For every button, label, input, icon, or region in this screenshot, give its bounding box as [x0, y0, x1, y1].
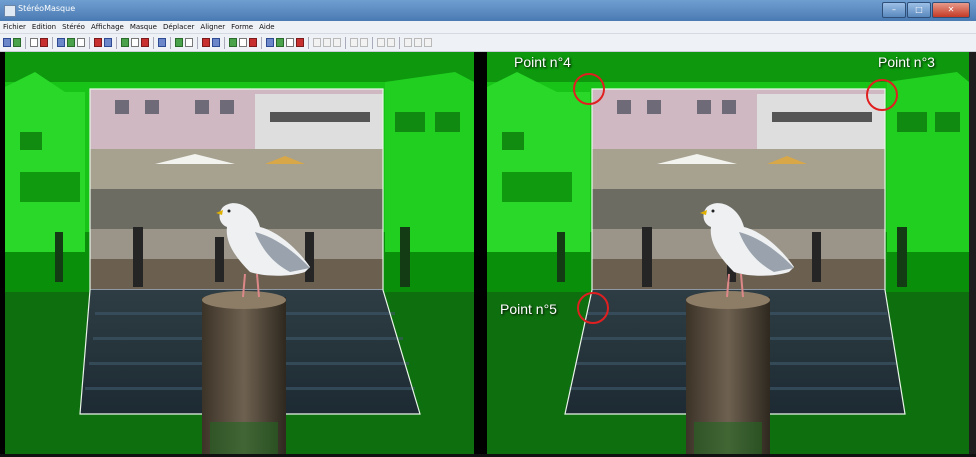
toolbar-separator	[89, 36, 90, 49]
shape13-icon[interactable]	[414, 38, 422, 47]
shape6-icon[interactable]	[323, 38, 331, 47]
menu-aide[interactable]: Aide	[259, 23, 274, 31]
stereomasque-window: StéréoMasque – □ ✕ Fichier Edition Stéré…	[0, 0, 976, 457]
shape11-icon[interactable]	[387, 38, 395, 47]
menu-aligner[interactable]: Aligner	[200, 23, 225, 31]
undo-icon[interactable]	[67, 38, 75, 47]
toolbar-separator	[345, 36, 346, 49]
title-bar: StéréoMasque – □ ✕	[0, 0, 976, 21]
menu-affichage[interactable]: Affichage	[91, 23, 124, 31]
save-icon[interactable]	[13, 38, 21, 47]
stereo-divider	[474, 52, 487, 454]
toolbar-separator	[25, 36, 26, 49]
point-3-label: Point n°3	[878, 54, 935, 70]
left-view[interactable]	[5, 52, 474, 454]
reset-icon[interactable]	[158, 38, 166, 47]
shape12-icon[interactable]	[404, 38, 412, 47]
shape14-icon[interactable]	[424, 38, 432, 47]
flag-icon[interactable]	[202, 38, 210, 47]
scrollbar-edge	[969, 52, 976, 454]
shape3-icon[interactable]	[286, 38, 294, 47]
toolbar	[0, 34, 976, 52]
point-5-label: Point n°5	[500, 301, 557, 317]
move-icon[interactable]	[121, 38, 129, 47]
menu-edition[interactable]: Edition	[32, 23, 56, 31]
crop-icon[interactable]	[94, 38, 102, 47]
compare-icon[interactable]	[30, 38, 38, 47]
toolbar-separator	[197, 36, 198, 49]
info-icon[interactable]	[57, 38, 65, 47]
menu-stereo[interactable]: Stéréo	[62, 23, 85, 31]
menu-deplacer[interactable]: Déplacer	[163, 23, 194, 31]
cut-icon[interactable]	[212, 38, 220, 47]
shape7-icon[interactable]	[333, 38, 341, 47]
right-view[interactable]: Point n°4 Point n°3 Point n°5	[487, 52, 969, 454]
redo-icon[interactable]	[77, 38, 85, 47]
left-image	[5, 52, 474, 454]
point-4-label: Point n°4	[514, 54, 571, 70]
shape4-icon[interactable]	[296, 38, 304, 47]
open-icon[interactable]	[3, 38, 11, 47]
window-title: StéréoMasque	[18, 4, 76, 13]
shape10-icon[interactable]	[377, 38, 385, 47]
mask-blue-icon[interactable]	[185, 38, 193, 47]
window-controls: – □ ✕	[882, 2, 970, 18]
align-icon[interactable]	[141, 38, 149, 47]
menu-forme[interactable]: Forme	[231, 23, 253, 31]
close-button[interactable]: ✕	[932, 2, 970, 18]
toolbar-separator	[261, 36, 262, 49]
menu-masque[interactable]: Masque	[130, 23, 157, 31]
minimize-button[interactable]: –	[882, 2, 906, 18]
toolbar-separator	[116, 36, 117, 49]
toolbar-separator	[224, 36, 225, 49]
grid-icon[interactable]	[104, 38, 112, 47]
add-point-icon[interactable]	[229, 38, 237, 47]
right-image	[487, 52, 969, 454]
menu-fichier[interactable]: Fichier	[3, 23, 26, 31]
shape1-icon[interactable]	[266, 38, 274, 47]
swap-icon[interactable]	[40, 38, 48, 47]
shape2-icon[interactable]	[276, 38, 284, 47]
mask-green-icon[interactable]	[175, 38, 183, 47]
shape9-icon[interactable]	[360, 38, 368, 47]
wooden-post	[202, 291, 286, 454]
draw-icon[interactable]	[239, 38, 247, 47]
fill-icon[interactable]	[249, 38, 257, 47]
toolbar-separator	[308, 36, 309, 49]
toolbar-separator	[52, 36, 53, 49]
wooden-post	[686, 291, 770, 454]
maximize-button[interactable]: □	[907, 2, 931, 18]
menu-bar: Fichier Edition Stéréo Affichage Masque …	[0, 21, 976, 34]
toolbar-separator	[153, 36, 154, 49]
scale-icon[interactable]	[131, 38, 139, 47]
app-icon	[4, 5, 16, 17]
shape5-icon[interactable]	[313, 38, 321, 47]
shape8-icon[interactable]	[350, 38, 358, 47]
toolbar-separator	[170, 36, 171, 49]
toolbar-separator	[399, 36, 400, 49]
toolbar-separator	[372, 36, 373, 49]
